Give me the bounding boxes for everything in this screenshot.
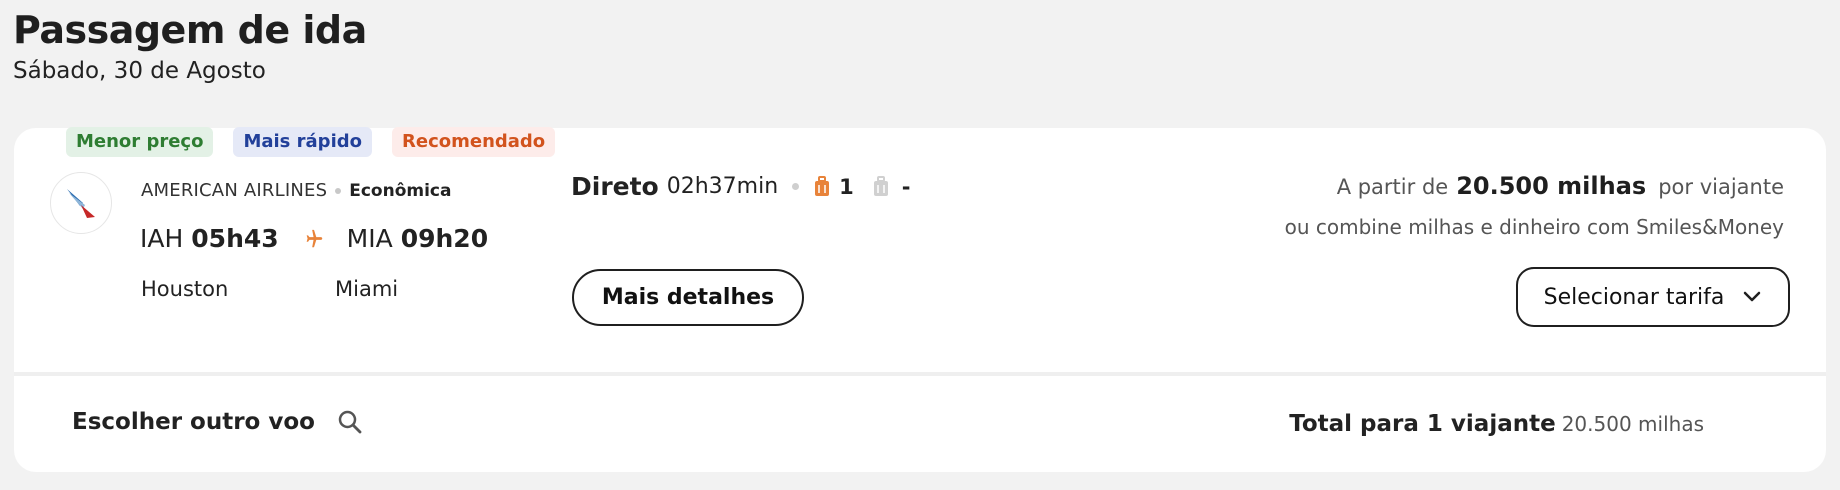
airline-name: AMERICAN AIRLINES [141,180,328,201]
flight-duration: 02h37min [666,174,779,199]
arrival-time: 09h20 [400,224,489,253]
carry-on-bag-icon [813,175,831,198]
choose-other-flight-button[interactable]: Escolher outro voo [72,409,363,435]
origin-code: IAH [140,224,184,253]
page-title: Passagem de ida [13,8,367,52]
checked-bag-icon [872,175,890,198]
badge-fastest: Mais rápido [233,127,372,157]
checked-bag-count: - [901,174,911,199]
separator-dot [335,187,342,194]
total-value: 20.500 milhas [1561,412,1704,436]
price-info: A partir de 20.500 milhas por viajante [1337,172,1784,200]
airplane-icon [303,228,325,250]
stops-label: Direto [571,172,659,201]
destination-code: MIA [346,224,393,253]
destination-city: Miami [335,277,399,301]
total-label: Total para 1 viajante [1289,411,1556,437]
flight-times: IAH 05h43 MIA 09h20 [140,224,488,253]
flight-duration-info: Direto 02h37min 1 - [571,172,911,201]
more-details-button[interactable]: Mais detalhes [572,269,804,326]
price-value: 20.500 milhas [1456,172,1647,200]
american-airlines-logo [50,172,112,234]
origin-city: Houston [141,277,229,301]
departure-time: 05h43 [191,224,279,253]
price-prefix: A partir de [1336,175,1449,199]
flight-card: Menor preço Mais rápido Recomendado AMER… [14,127,1826,472]
choose-other-flight-label: Escolher outro voo [72,409,315,435]
total-summary: Total para 1 viajante 20.500 milhas [1289,411,1704,437]
separator-dot [792,183,800,190]
select-fare-button[interactable]: Selecionar tarifa [1516,267,1790,327]
badge-cheapest: Menor preço [66,127,214,157]
search-icon [337,409,363,435]
price-suffix: por viajante [1658,175,1784,199]
badge-recommended: Recomendado [392,127,556,157]
page-subtitle-date: Sábado, 30 de Agosto [13,58,266,84]
chevron-down-icon [1742,291,1762,303]
flight-badges: Menor preço Mais rápido Recomendado [66,127,556,157]
card-divider [14,372,1826,376]
carry-on-count: 1 [839,174,854,199]
select-fare-label: Selecionar tarifa [1543,284,1725,310]
cabin-class: Econômica [349,180,452,201]
airline-info: AMERICAN AIRLINES Econômica [141,180,451,201]
smiles-money-text: ou combine milhas e dinheiro com Smiles&… [1284,215,1784,239]
